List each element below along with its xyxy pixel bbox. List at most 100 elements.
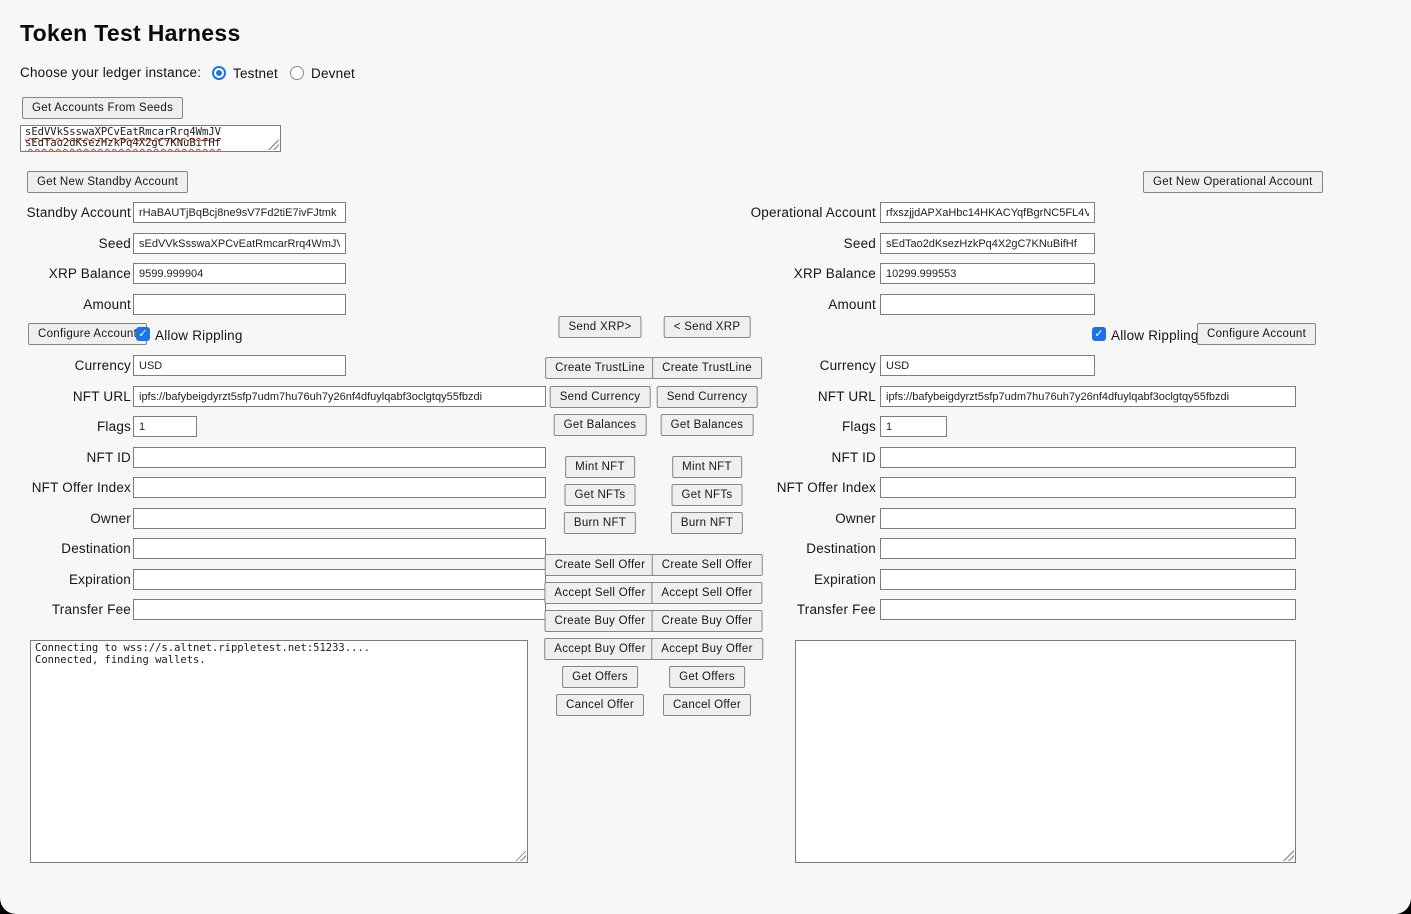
operational-create-buy-offer-button[interactable]: Create Buy Offer: [652, 610, 763, 632]
standby-flags-input[interactable]: [133, 416, 197, 437]
operational-nft-offer-index-label: NFT Offer Index: [745, 477, 876, 499]
standby-flags-label: Flags: [20, 416, 131, 438]
operational-nft-url-input[interactable]: [880, 386, 1296, 407]
operational-create-trustline-button[interactable]: Create TrustLine: [652, 357, 762, 379]
standby-owner-label: Owner: [20, 508, 131, 530]
devnet-radio[interactable]: [290, 66, 304, 80]
seeds-textarea[interactable]: sEdVVkSsswaXPCvEatRmcarRrq4WmJV sEdTao2d…: [20, 125, 281, 152]
operational-nft-offer-index-input[interactable]: [880, 477, 1296, 498]
operational-destination-label: Destination: [745, 538, 876, 560]
standby-configure-account-button[interactable]: Configure Account: [28, 323, 147, 345]
operational-currency-label: Currency: [745, 355, 876, 377]
operational-log-textarea[interactable]: [796, 641, 1295, 862]
get-accounts-from-seeds-button[interactable]: Get Accounts From Seeds: [22, 97, 183, 119]
operational-configure-account-button[interactable]: Configure Account: [1197, 323, 1316, 345]
devnet-label: Devnet: [311, 66, 355, 81]
operational-accept-buy-offer-button[interactable]: Accept Buy Offer: [651, 638, 763, 660]
operational-currency-input[interactable]: [880, 355, 1095, 376]
operational-accept-sell-offer-button[interactable]: Accept Sell Offer: [651, 582, 762, 604]
standby-currency-label: Currency: [20, 355, 131, 377]
standby-seed-label: Seed: [20, 233, 131, 255]
seed-line-2: sEdTao2dKsezHzkPq4X2gC7KNuBifHf: [25, 138, 276, 149]
resize-grip-icon[interactable]: [515, 850, 526, 861]
standby-nft-offer-index-label: NFT Offer Index: [20, 477, 131, 499]
operational-transfer-fee-input[interactable]: [880, 599, 1296, 620]
standby-destination-input[interactable]: [133, 538, 546, 559]
operational-flags-label: Flags: [745, 416, 876, 438]
resize-grip-icon[interactable]: [1283, 850, 1294, 861]
resize-grip-icon[interactable]: [268, 139, 279, 150]
token-test-harness-page: Token Test Harness Choose your ledger in…: [0, 0, 1411, 914]
operational-send-currency-button[interactable]: Send Currency: [657, 386, 758, 408]
standby-allow-rippling-label: Allow Rippling: [155, 325, 265, 347]
operational-owner-input[interactable]: [880, 508, 1296, 529]
operational-account-input[interactable]: [880, 202, 1095, 223]
get-new-operational-account-button[interactable]: Get New Operational Account: [1143, 171, 1323, 193]
operational-send-xrp-button[interactable]: < Send XRP: [664, 316, 751, 338]
standby-expiration-label: Expiration: [20, 569, 131, 591]
operational-burn-nft-button[interactable]: Burn NFT: [671, 512, 743, 534]
operational-owner-label: Owner: [745, 508, 876, 530]
operational-cancel-offer-button[interactable]: Cancel Offer: [663, 694, 751, 716]
standby-nft-id-label: NFT ID: [20, 447, 131, 469]
standby-nft-id-input[interactable]: [133, 447, 546, 468]
standby-send-currency-button[interactable]: Send Currency: [550, 386, 651, 408]
standby-create-sell-offer-button[interactable]: Create Sell Offer: [545, 554, 656, 576]
standby-xrp-balance-input[interactable]: [133, 263, 346, 284]
operational-log-area: [795, 640, 1296, 863]
standby-allow-rippling-checkbox[interactable]: [136, 327, 150, 341]
testnet-radio[interactable]: [212, 66, 226, 80]
standby-accept-sell-offer-button[interactable]: Accept Sell Offer: [544, 582, 655, 604]
standby-get-balances-button[interactable]: Get Balances: [554, 414, 647, 436]
operational-amount-input[interactable]: [880, 294, 1095, 315]
standby-xrp-balance-label: XRP Balance: [20, 263, 131, 285]
standby-create-buy-offer-button[interactable]: Create Buy Offer: [545, 610, 656, 632]
operational-flags-input[interactable]: [880, 416, 947, 437]
standby-accept-buy-offer-button[interactable]: Accept Buy Offer: [544, 638, 656, 660]
standby-account-label: Standby Account: [20, 202, 131, 224]
operational-nft-id-input[interactable]: [880, 447, 1296, 468]
operational-xrp-balance-input[interactable]: [880, 263, 1095, 284]
operational-expiration-input[interactable]: [880, 569, 1296, 590]
operational-get-balances-button[interactable]: Get Balances: [661, 414, 754, 436]
standby-nft-url-label: NFT URL: [20, 386, 131, 408]
operational-transfer-fee-label: Transfer Fee: [745, 599, 876, 621]
standby-mint-nft-button[interactable]: Mint NFT: [565, 456, 635, 478]
ledger-option-devnet[interactable]: Devnet: [290, 65, 355, 81]
operational-amount-label: Amount: [745, 294, 876, 316]
operational-destination-input[interactable]: [880, 538, 1296, 559]
standby-currency-input[interactable]: [133, 355, 346, 376]
standby-transfer-fee-label: Transfer Fee: [20, 599, 131, 621]
ledger-instance-label: Choose your ledger instance:: [20, 65, 201, 80]
standby-get-nfts-button[interactable]: Get NFTs: [565, 484, 636, 506]
operational-expiration-label: Expiration: [745, 569, 876, 591]
standby-log-textarea[interactable]: Connecting to wss://s.altnet.rippletest.…: [31, 641, 527, 862]
standby-send-xrp-button[interactable]: Send XRP>: [558, 316, 641, 338]
standby-transfer-fee-input[interactable]: [133, 599, 546, 620]
operational-mint-nft-button[interactable]: Mint NFT: [672, 456, 742, 478]
testnet-label: Testnet: [233, 66, 278, 81]
standby-log-area: Connecting to wss://s.altnet.rippletest.…: [30, 640, 528, 863]
operational-account-label: Operational Account: [745, 202, 876, 224]
operational-get-offers-button[interactable]: Get Offers: [669, 666, 745, 688]
standby-create-trustline-button[interactable]: Create TrustLine: [545, 357, 655, 379]
standby-owner-input[interactable]: [133, 508, 546, 529]
standby-cancel-offer-button[interactable]: Cancel Offer: [556, 694, 644, 716]
ledger-option-testnet[interactable]: Testnet: [212, 65, 278, 81]
standby-amount-label: Amount: [20, 294, 131, 316]
standby-burn-nft-button[interactable]: Burn NFT: [564, 512, 636, 534]
standby-nft-url-input[interactable]: [133, 386, 546, 407]
operational-seed-input[interactable]: [880, 233, 1095, 254]
standby-seed-input[interactable]: [133, 233, 346, 254]
operational-allow-rippling-checkbox[interactable]: [1092, 327, 1106, 341]
operational-create-sell-offer-button[interactable]: Create Sell Offer: [652, 554, 763, 576]
standby-expiration-input[interactable]: [133, 569, 546, 590]
standby-nft-offer-index-input[interactable]: [133, 477, 546, 498]
standby-get-offers-button[interactable]: Get Offers: [562, 666, 638, 688]
page-title: Token Test Harness: [20, 20, 241, 47]
standby-amount-input[interactable]: [133, 294, 346, 315]
operational-nft-id-label: NFT ID: [745, 447, 876, 469]
get-new-standby-account-button[interactable]: Get New Standby Account: [27, 171, 188, 193]
standby-account-input[interactable]: [133, 202, 346, 223]
operational-get-nfts-button[interactable]: Get NFTs: [672, 484, 743, 506]
